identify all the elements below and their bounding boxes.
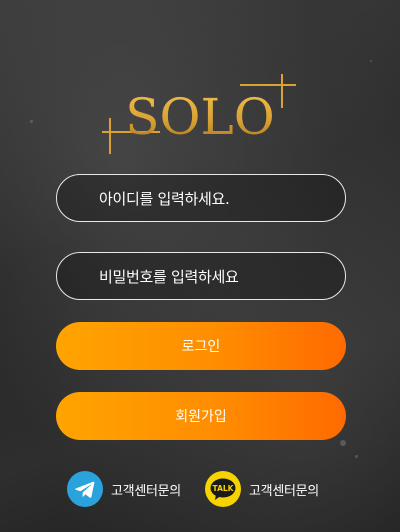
- kakaotalk-support-link[interactable]: TALK 고객센터문의: [205, 471, 319, 507]
- password-field[interactable]: 비밀번호를 입력하세요: [56, 252, 346, 300]
- kakaotalk-icon-text: TALK: [213, 484, 235, 493]
- logo-text: SOLO: [125, 88, 274, 146]
- signup-button-label: 회원가입: [175, 409, 227, 425]
- login-button-label: 로그인: [181, 339, 221, 355]
- id-placeholder: 아이디를 입력하세요.: [99, 189, 230, 208]
- telegram-icon: [67, 471, 103, 507]
- signup-button[interactable]: 회원가입: [56, 392, 346, 440]
- background-speck: [340, 440, 346, 446]
- login-button[interactable]: 로그인: [56, 322, 346, 370]
- password-placeholder: 비밀번호를 입력하세요: [99, 267, 239, 286]
- telegram-support-label: 고객센터문의: [111, 483, 181, 499]
- telegram-support-link[interactable]: 고객센터문의: [67, 471, 181, 507]
- solo-logo: SOLO: [102, 74, 296, 154]
- login-screen: SOLO 아이디를 입력하세요. 비밀번호를 입력하세요 로그인 회원가입 고객…: [0, 0, 400, 532]
- kakaotalk-icon: TALK: [205, 471, 241, 507]
- kakaotalk-support-label: 고객센터문의: [249, 483, 319, 499]
- background-speck: [30, 120, 33, 123]
- background-speck: [355, 455, 358, 458]
- id-field[interactable]: 아이디를 입력하세요.: [56, 174, 346, 222]
- background-speck: [370, 60, 372, 62]
